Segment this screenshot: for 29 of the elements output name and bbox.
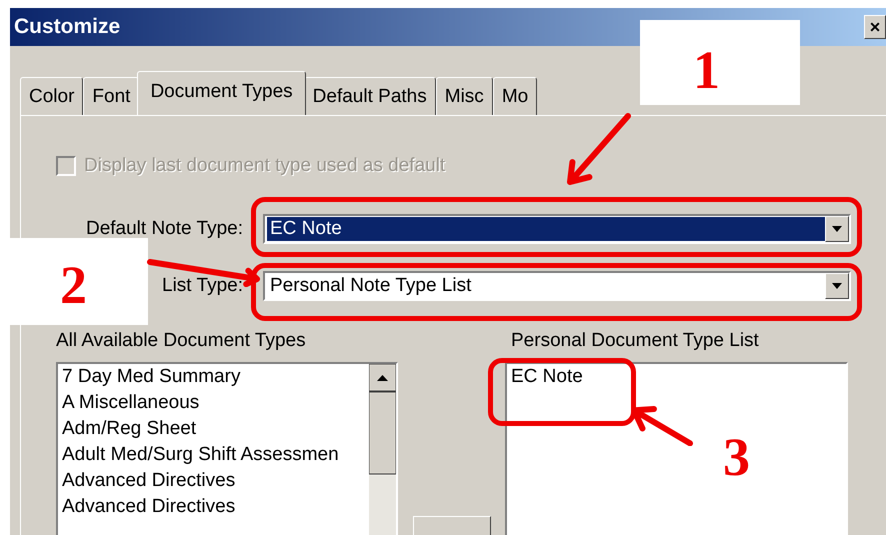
list-label: Personal Document Type List xyxy=(511,329,759,353)
list-item[interactable]: 7 Day Med Summary xyxy=(58,364,369,390)
tab[interactable]: Document Types xyxy=(137,71,306,115)
callout-number: 3 xyxy=(723,430,750,484)
list-item[interactable]: EC Note xyxy=(507,364,846,390)
callout-number: 1 xyxy=(693,43,720,97)
window-title: Customize xyxy=(14,14,120,40)
dropdown-arrow-icon[interactable] xyxy=(832,226,842,232)
list-label: All Available Document Types xyxy=(56,329,307,353)
scrollbar[interactable] xyxy=(369,364,396,535)
list-item[interactable]: A Miscellaneous xyxy=(58,390,369,416)
list-item[interactable]: Advanced Directives xyxy=(58,494,369,520)
list-item[interactable]: Adult Med/Surg Shift Assessmen xyxy=(58,442,369,468)
list-item[interactable]: Adm/Reg Sheet xyxy=(58,416,369,442)
callout-number: 2 xyxy=(60,258,87,312)
field-label: Default Note Type: xyxy=(86,216,243,241)
checkbox-label: Display last document type used as default xyxy=(84,154,446,178)
tab[interactable]: Default Paths xyxy=(304,77,436,115)
tab[interactable]: Misc xyxy=(436,77,493,115)
close-button[interactable]: × xyxy=(864,15,886,39)
dropdown-arrow-icon[interactable] xyxy=(832,283,842,289)
arrow xyxy=(567,113,631,185)
tab[interactable]: Font xyxy=(83,77,140,115)
list-item[interactable]: Advanced Directives xyxy=(58,468,369,494)
dropdown-field[interactable]: EC Note xyxy=(263,214,851,244)
tab[interactable]: Color xyxy=(20,77,84,115)
dropdown-field[interactable]: Personal Note Type List xyxy=(263,271,851,301)
field-label: List Type: xyxy=(162,274,243,298)
tab[interactable]: Mo xyxy=(492,77,538,115)
